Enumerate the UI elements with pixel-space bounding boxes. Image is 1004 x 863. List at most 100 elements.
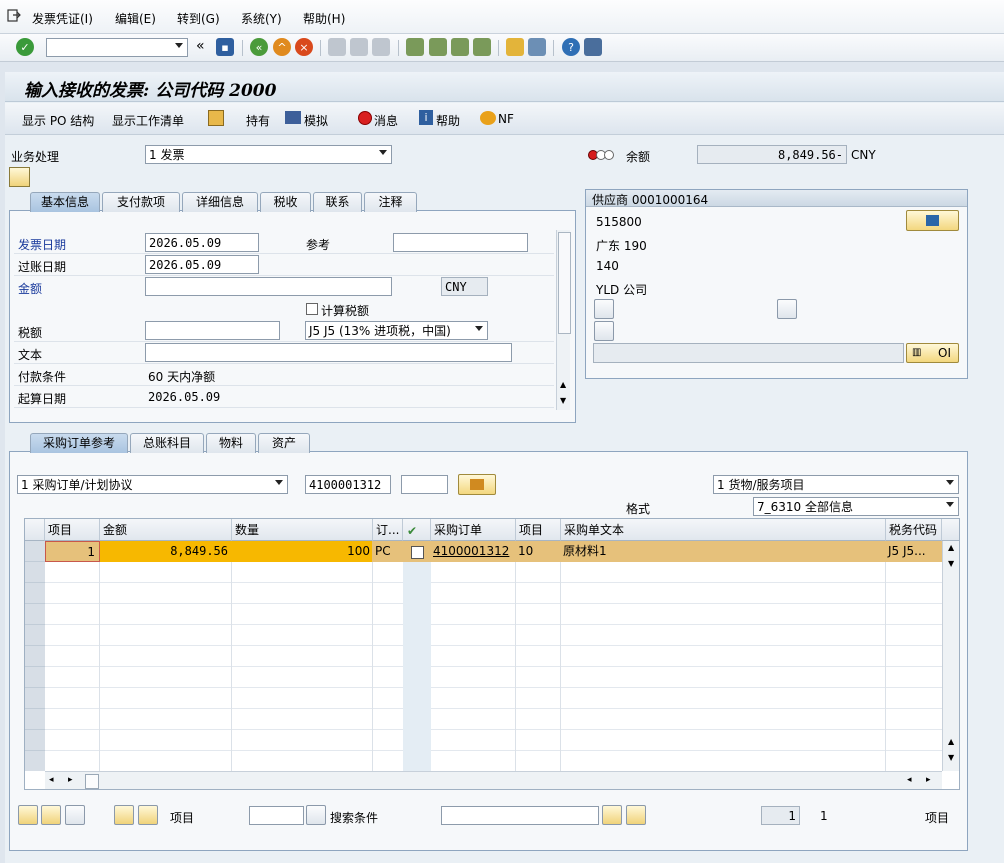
find-next-icon[interactable] — [626, 805, 646, 825]
col-amount[interactable]: 金额 — [100, 519, 232, 541]
collapse-icon[interactable]: « — [196, 38, 205, 54]
scroll-left-icon[interactable]: ◂ — [49, 775, 54, 785]
enter-check-icon[interactable]: ✓ — [16, 38, 34, 56]
col-order-unit[interactable]: 订... — [373, 519, 403, 541]
col-tax-code[interactable]: 税务代码 — [886, 519, 942, 541]
chevron-down-icon[interactable] — [175, 43, 183, 48]
menu-help[interactable]: 帮助(H) — [303, 10, 345, 27]
vendor-change-button[interactable] — [906, 210, 959, 231]
first-page-icon[interactable] — [406, 38, 424, 56]
nf-icon[interactable] — [480, 111, 496, 125]
tab-payment[interactable]: 支付款项 — [102, 192, 180, 212]
po-number-field[interactable]: 4100001312 — [305, 475, 391, 494]
row-amount-cell[interactable]: 8,849.56 — [100, 541, 232, 562]
tab-material[interactable]: 物料 — [206, 433, 256, 453]
chevron-down-icon[interactable] — [946, 480, 954, 485]
prev-page-icon[interactable] — [429, 38, 447, 56]
layout-select[interactable]: 7_6310 全部信息 — [753, 497, 959, 516]
tab-contact[interactable]: 联系 — [313, 192, 362, 212]
scroll-down-icon[interactable]: ▼ — [948, 559, 954, 568]
help-button[interactable]: 帮助 — [436, 112, 460, 129]
col-selected[interactable]: ✔ — [403, 519, 431, 541]
chevron-down-icon[interactable] — [379, 150, 387, 155]
scroll-down-icon[interactable]: ▼ — [560, 396, 566, 405]
tab-notes[interactable]: 注释 — [364, 192, 417, 212]
search-criteria-field[interactable] — [441, 806, 599, 825]
scroll-right-icon[interactable]: ▸ — [926, 775, 931, 785]
col-po-item[interactable]: 项目 — [516, 519, 561, 541]
posting-date-field[interactable]: 2026.05.09 — [145, 255, 259, 274]
tax-amount-field[interactable] — [145, 321, 280, 340]
tax-code-select[interactable]: J5 J5 (13% 进项税，中国) — [305, 321, 488, 340]
scroll-right-icon[interactable]: ▸ — [68, 775, 73, 785]
shortcut-icon[interactable] — [528, 38, 546, 56]
messages-icon[interactable] — [358, 111, 372, 125]
tree-toggle-icon[interactable] — [9, 167, 30, 187]
row-tax-cell[interactable]: J5 J5... — [886, 541, 942, 562]
nf-button[interactable]: NF — [498, 112, 514, 126]
grid-vertical-scrollbar[interactable]: ▲ ▼ ▲ ▼ — [942, 541, 959, 771]
print-icon[interactable] — [328, 38, 346, 56]
amount-field[interactable] — [145, 277, 392, 296]
vendor-contact-icon[interactable] — [777, 299, 797, 319]
menu-edit[interactable]: 编辑(E) — [115, 10, 156, 27]
select-all-icon[interactable] — [18, 805, 38, 825]
command-field[interactable] — [46, 38, 188, 57]
clipboard-icon[interactable] — [208, 110, 224, 126]
menu-goto[interactable]: 转到(G) — [177, 10, 220, 27]
open-items-button[interactable]: ▥ OI — [906, 343, 959, 363]
grid-horizontal-scrollbar[interactable]: ◂ ▸ ◂ ▸ — [45, 771, 942, 789]
exit-nav-icon[interactable]: ^ — [273, 38, 291, 56]
calc-tax-checkbox[interactable] — [306, 303, 318, 315]
col-po[interactable]: 采购订单 — [431, 519, 516, 541]
last-page-icon[interactable] — [473, 38, 491, 56]
find-next-icon[interactable] — [372, 38, 390, 56]
tab-gl-account[interactable]: 总账科目 — [130, 433, 204, 453]
layout-menu-icon[interactable] — [584, 38, 602, 56]
chevron-down-icon[interactable] — [275, 480, 283, 485]
scroll-up-icon[interactable]: ▲ — [948, 543, 954, 552]
exit-icon[interactable] — [7, 9, 21, 22]
next-page-icon[interactable] — [451, 38, 469, 56]
vendor-detail-icon[interactable] — [594, 299, 614, 319]
tab-tax[interactable]: 税收 — [260, 192, 311, 212]
tab-po-reference[interactable]: 采购订单参考 — [30, 433, 128, 453]
item-type-select[interactable]: 1 货物/服务项目 — [713, 475, 959, 494]
basic-scrollbar[interactable]: ▲ ▼ — [556, 230, 571, 410]
row-qty-cell[interactable]: 100 — [232, 541, 373, 562]
chevron-down-icon[interactable] — [946, 502, 954, 507]
menu-invoice-doc[interactable]: 发票凭证(I) — [32, 10, 93, 27]
cancel-icon[interactable]: × — [295, 38, 313, 56]
chevron-down-icon[interactable] — [475, 326, 483, 331]
show-worklist-button[interactable]: 显示工作清单 — [112, 112, 184, 129]
reference-field[interactable] — [393, 233, 528, 252]
col-po-text[interactable]: 采购单文本 — [561, 519, 886, 541]
simulate-icon[interactable] — [285, 111, 301, 124]
new-session-icon[interactable] — [506, 38, 524, 56]
transaction-select[interactable]: 1 发票 — [145, 145, 392, 164]
scroll-left-icon[interactable]: ◂ — [907, 775, 912, 785]
tab-basic-data[interactable]: 基本信息 — [30, 192, 100, 212]
back-icon[interactable]: « — [250, 38, 268, 56]
sort-icon[interactable] — [114, 805, 134, 825]
scroll-down-icon[interactable]: ▼ — [948, 753, 954, 762]
po-item-field[interactable] — [401, 475, 448, 494]
messages-button[interactable]: 消息 — [374, 112, 398, 129]
invoice-date-field[interactable]: 2026.05.09 — [145, 233, 259, 252]
hold-button[interactable]: 持有 — [246, 112, 270, 129]
tab-asset[interactable]: 资产 — [258, 433, 310, 453]
simulate-button[interactable]: 模拟 — [304, 112, 328, 129]
menu-system[interactable]: 系统(Y) — [241, 10, 282, 27]
scroll-up-icon[interactable]: ▲ — [560, 380, 566, 389]
filter-icon[interactable] — [138, 805, 158, 825]
row-selector-column[interactable] — [25, 541, 45, 771]
find-icon[interactable] — [602, 805, 622, 825]
row-select-checkbox[interactable] — [411, 546, 424, 559]
show-po-structure-button[interactable]: 显示 PO 结构 — [22, 112, 94, 129]
select-all-header[interactable] — [25, 519, 45, 541]
text-field[interactable] — [145, 343, 512, 362]
deselect-all-icon[interactable] — [41, 805, 61, 825]
refresh-icon[interactable] — [65, 805, 85, 825]
row-item-cell[interactable]: 1 — [45, 541, 100, 562]
help-icon[interactable]: ? — [562, 38, 580, 56]
